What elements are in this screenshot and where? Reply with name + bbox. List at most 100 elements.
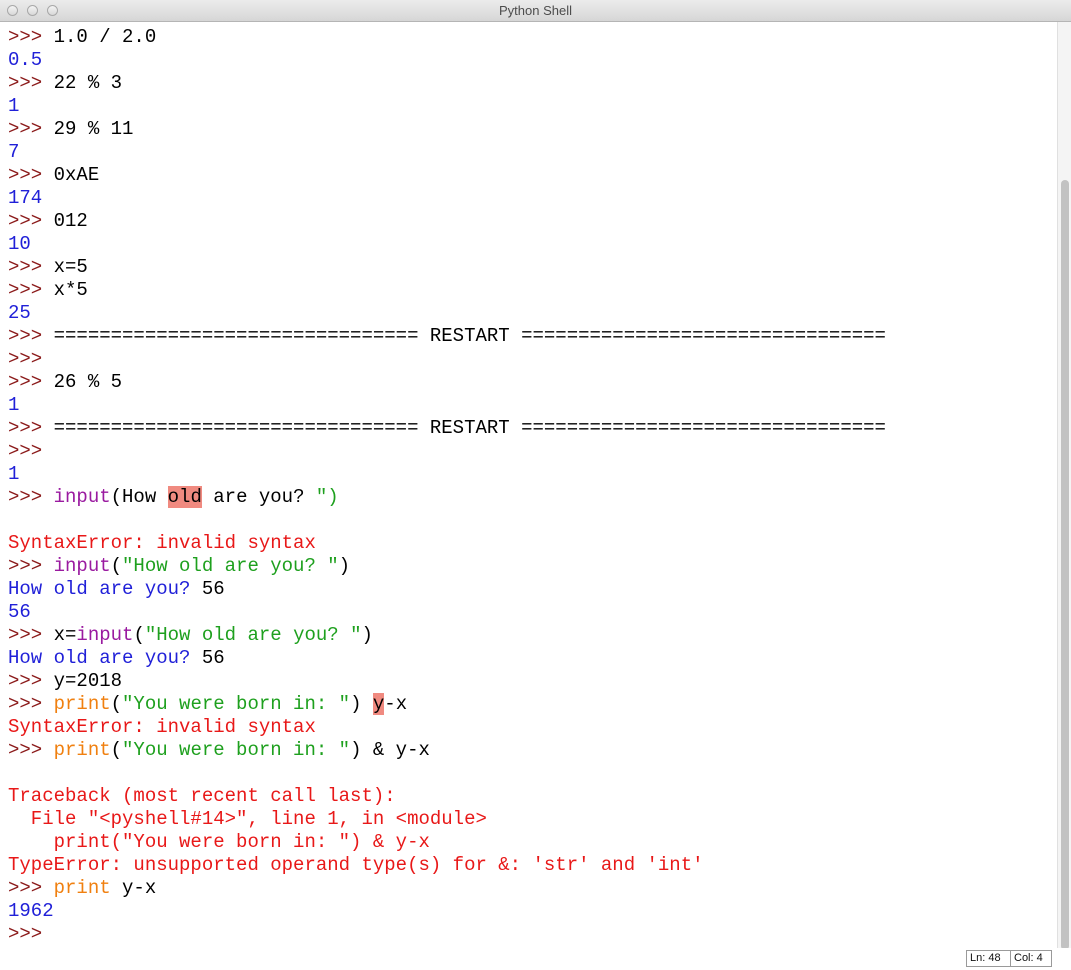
shell-token: >>> (8, 348, 43, 370)
shell-token: 29 % 11 (53, 118, 134, 140)
shell-token: y=2018 (53, 670, 123, 692)
shell-line: File "<pyshell#14>", line 1, in <module> (8, 808, 1057, 831)
shell-line: >>> ================================ RES… (8, 325, 1057, 348)
scrollbar-thumb[interactable] (1061, 180, 1069, 950)
shell-token: 56 (201, 578, 225, 600)
shell-token: >>> (8, 670, 54, 692)
shell-token: >>> (8, 118, 54, 140)
shell-line: >>> 012 (8, 210, 1057, 233)
shell-token: 1 (8, 394, 20, 416)
shell-token: ) & y-x (350, 739, 430, 761)
shell-token: How old are you? (8, 578, 202, 600)
shell-line: >>> 22 % 3 (8, 72, 1057, 95)
shell-line: >>> x=input("How old are you? ") (8, 624, 1057, 647)
shell-token: TypeError: unsupported operand type(s) f… (8, 854, 704, 876)
shell-token: x= (53, 624, 77, 646)
shell-line: How old are you? 56 (8, 578, 1057, 601)
shell-token: SyntaxError: invalid syntax (8, 716, 316, 738)
shell-line: 7 (8, 141, 1057, 164)
shell-token: 0.5 (8, 49, 43, 71)
shell-token: ) (361, 624, 373, 646)
shell-token: >>> (8, 877, 54, 899)
shell-token: >>> (8, 371, 54, 393)
shell-line: >>> 26 % 5 (8, 371, 1057, 394)
shell-line: print("You were born in: ") & y-x (8, 831, 1057, 854)
shell-line: >>> y=2018 (8, 670, 1057, 693)
shell-line: How old are you? 56 (8, 647, 1057, 670)
shell-token: x*5 (53, 279, 88, 301)
shell-line: 1 (8, 463, 1057, 486)
shell-line: >>> input("How old are you? ") (8, 555, 1057, 578)
shell-token: ") (315, 486, 339, 508)
window-title: Python Shell (499, 3, 572, 18)
shell-token: >>> (8, 164, 54, 186)
title-bar[interactable]: Python Shell (0, 0, 1071, 22)
shell-token: >>> (8, 739, 54, 761)
shell-token: 012 (53, 210, 88, 232)
shell-token: (How (110, 486, 168, 508)
shell-token: input (76, 624, 134, 646)
shell-line: 56 (8, 601, 1057, 624)
shell-token: ) (350, 693, 373, 715)
shell-token: >>> (8, 279, 54, 301)
shell-token: >>> (8, 256, 54, 278)
shell-token: 1 (8, 95, 20, 117)
shell-token: Traceback (most recent call last): (8, 785, 396, 807)
shell-token: >>> (8, 486, 54, 508)
shell-line: >>> ================================ RES… (8, 417, 1057, 440)
shell-line: >>> print("You were born in: ") & y-x (8, 739, 1057, 762)
shell-token: 0xAE (53, 164, 100, 186)
shell-token: print("You were born in: ") & y-x (8, 831, 430, 853)
shell-line: >>> (8, 348, 1057, 371)
shell-text-area[interactable]: >>> 1.0 / 2.0 0.5 >>> 22 % 3 1 >>> 29 % 11 7 >… (0, 22, 1057, 948)
shell-transcript[interactable]: >>> 1.0 / 2.0 0.5 >>> 22 % 3 1 >>> 29 % 11 7 >… (0, 22, 1057, 946)
shell-token: 22 % 3 (53, 72, 123, 94)
shell-token: 10 (8, 233, 31, 255)
shell-line: >>> print y-x (8, 877, 1057, 900)
shell-line: 1962 (8, 900, 1057, 923)
shell-token: -x (384, 693, 408, 715)
shell-token: old (167, 486, 202, 508)
shell-line: >>> x*5 (8, 279, 1057, 302)
shell-token: >>> (8, 693, 54, 715)
shell-token: >>> (8, 210, 54, 232)
shell-token: 26 % 5 (53, 371, 123, 393)
shell-token: >>> (8, 923, 54, 945)
shell-token: >>> (8, 72, 54, 94)
column-number-indicator: Col: 4 (1010, 950, 1052, 967)
shell-token: ( (133, 624, 145, 646)
shell-line: >>> input(How old are you? ") (8, 486, 1057, 509)
shell-token: ( (110, 555, 123, 577)
shell-token: >>> (8, 325, 54, 347)
shell-token: >>> (8, 26, 54, 48)
shell-token: input (53, 486, 111, 508)
shell-line: 1 (8, 95, 1057, 118)
shell-token: 7 (8, 141, 20, 163)
vertical-scrollbar[interactable] (1057, 22, 1071, 950)
shell-line: >>> x=5 (8, 256, 1057, 279)
shell-token: ================================ RESTART… (53, 325, 886, 347)
python-shell-window: Python Shell >>> 1.0 / 2.0 0.5 >>> 22 % 31… (0, 0, 1071, 970)
shell-token: input (53, 555, 111, 577)
shell-line: 0.5 (8, 49, 1057, 72)
shell-line: SyntaxError: invalid syntax (8, 716, 1057, 739)
shell-token: 174 (8, 187, 43, 209)
shell-token: SyntaxError: invalid syntax (8, 532, 316, 554)
shell-token: >>> (8, 555, 54, 577)
shell-token: How old are you? (8, 647, 202, 669)
shell-line: >>> 0xAE (8, 164, 1057, 187)
status-bar: Ln: 48 Col: 4 (0, 948, 1071, 970)
shell-line: Traceback (most recent call last): (8, 785, 1057, 808)
shell-line: >>> 1.0 / 2.0 (8, 26, 1057, 49)
shell-line: >>> (8, 440, 1057, 463)
shell-line: >>> print("You were born in: ") y-x (8, 693, 1057, 716)
shell-token: >>> (8, 440, 43, 462)
shell-line: >>> (8, 923, 1057, 946)
shell-token: 56 (8, 601, 31, 623)
shell-token: print (53, 877, 111, 899)
shell-token: print (53, 693, 111, 715)
shell-line: 1 (8, 394, 1057, 417)
shell-token: >>> (8, 624, 54, 646)
